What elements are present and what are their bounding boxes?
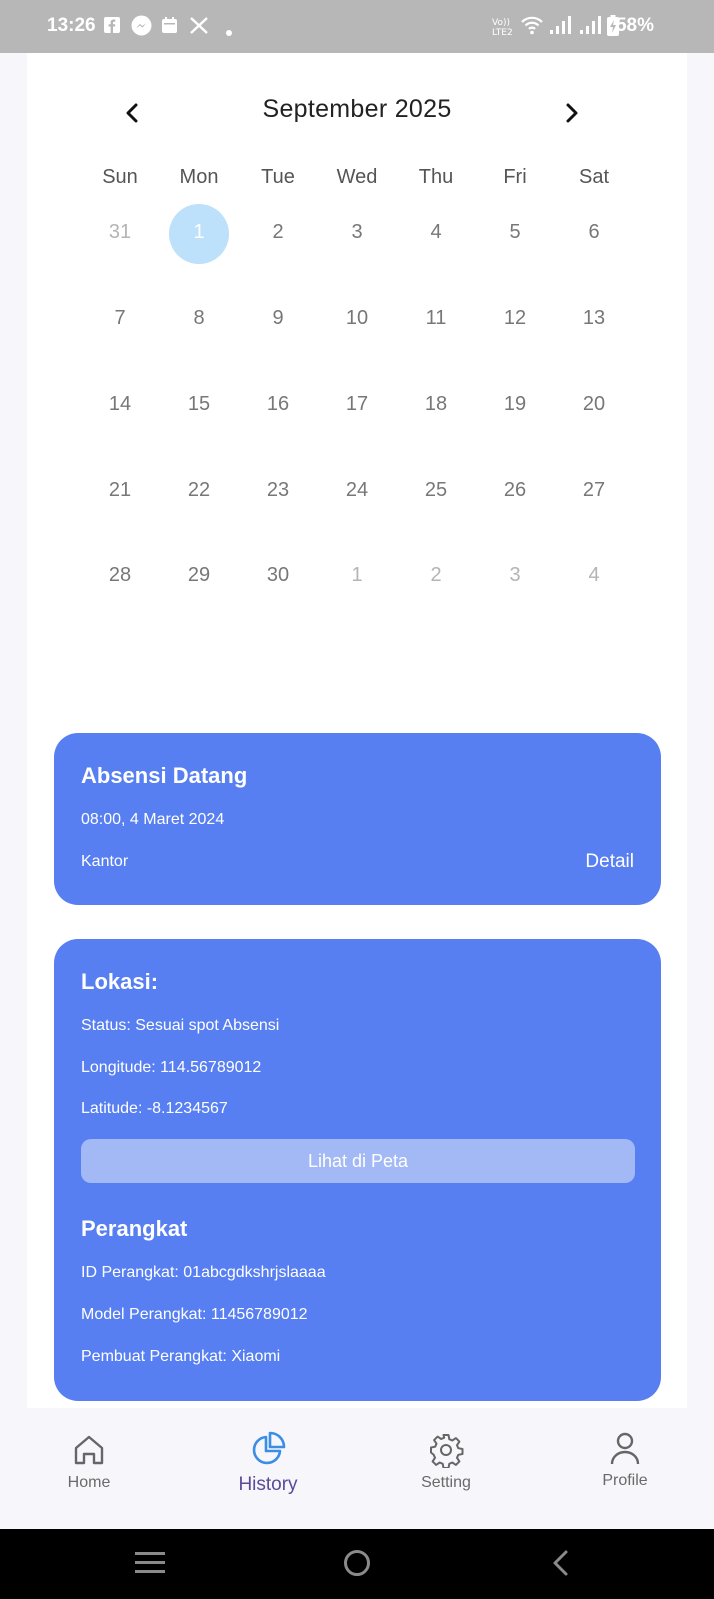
- weekday-label: Sun: [102, 166, 138, 188]
- volte-icon: Vo)) LTE2: [492, 16, 516, 41]
- calendar-day[interactable]: 17: [322, 393, 392, 416]
- attendance-card: Absensi Datang 08:00, 4 Maret 2024 Kanto…: [54, 733, 661, 905]
- nav-home-label: Home: [67, 1474, 111, 1491]
- calendar-day[interactable]: 9: [243, 307, 313, 330]
- device-model: Model Perangkat: 11456789012: [81, 1306, 308, 1323]
- back-icon[interactable]: [549, 1549, 573, 1579]
- detail-link[interactable]: Detail: [585, 851, 634, 873]
- nav-setting-label: Setting: [421, 1474, 471, 1491]
- calendar-day[interactable]: 2: [401, 564, 471, 587]
- calendar-day[interactable]: 2: [243, 221, 313, 244]
- calendar-day[interactable]: 20: [559, 393, 629, 416]
- calendar-day[interactable]: 3: [480, 564, 550, 587]
- svg-text:Vo)): Vo)): [492, 18, 510, 28]
- location-longitude: Longitude: 114.56789012: [81, 1059, 262, 1076]
- messenger-icon: [131, 15, 152, 41]
- calendar-day[interactable]: 25: [401, 479, 471, 502]
- gear-icon: [430, 1434, 464, 1468]
- dot-icon: [226, 23, 232, 41]
- nav-profile[interactable]: Profile: [555, 1430, 695, 1490]
- status-bar: 13:26 Vo)) LTE2 58%: [0, 0, 714, 53]
- calendar-day[interactable]: 24: [322, 479, 392, 502]
- calendar-day[interactable]: 28: [85, 564, 155, 587]
- main-panel: September 2025 Sun Mon Tue Wed Thu Fri S…: [27, 53, 687, 1408]
- attendance-datetime: 08:00, 4 Maret 2024: [81, 811, 225, 828]
- status-time: 13:26: [47, 15, 96, 36]
- device-id: ID Perangkat: 01abcgdkshrjslaaaa: [81, 1264, 326, 1281]
- calendar-day[interactable]: 13: [559, 307, 629, 330]
- calendar-day[interactable]: 29: [164, 564, 234, 587]
- nav-history-label: History: [238, 1474, 298, 1495]
- attendance-title: Absensi Datang: [81, 763, 248, 788]
- nav-home[interactable]: Home: [19, 1432, 159, 1492]
- view-map-button[interactable]: Lihat di Peta: [81, 1139, 635, 1183]
- weekday-label: Wed: [336, 166, 378, 188]
- calendar-day[interactable]: 22: [164, 479, 234, 502]
- home-icon: [74, 1435, 104, 1465]
- nav-profile-label: Profile: [602, 1472, 648, 1489]
- weekday-label: Tue: [261, 166, 295, 188]
- next-month-button[interactable]: [556, 98, 586, 128]
- nav-history[interactable]: History: [198, 1430, 338, 1496]
- attendance-place: Kantor: [81, 853, 129, 870]
- calendar-day[interactable]: 18: [401, 393, 471, 416]
- weekday-label: Mon: [179, 166, 219, 188]
- calendar-day[interactable]: 23: [243, 479, 313, 502]
- signal-icon: [580, 16, 602, 39]
- calendar-day[interactable]: 4: [559, 564, 629, 587]
- battery-percent: 58%: [615, 15, 654, 36]
- calendar-day[interactable]: 15: [164, 393, 234, 416]
- system-navigation-bar: [0, 1529, 714, 1599]
- bottom-navigation: Home History Setting Profile: [0, 1408, 714, 1529]
- calendar-day[interactable]: 19: [480, 393, 550, 416]
- x-icon: [190, 17, 208, 39]
- calendar-day[interactable]: 6: [559, 221, 629, 244]
- calendar-day[interactable]: 5: [480, 221, 550, 244]
- device-maker: Pembuat Perangkat: Xiaomi: [81, 1348, 281, 1365]
- location-title: Lokasi:: [81, 969, 159, 994]
- location-card: Lokasi: Status: Sesuai spot Absensi Long…: [54, 939, 661, 1401]
- calendar-day-selected[interactable]: 1: [164, 221, 234, 244]
- calendar-day[interactable]: 3: [322, 221, 392, 244]
- nav-setting[interactable]: Setting: [376, 1432, 516, 1492]
- calendar-day[interactable]: 8: [164, 307, 234, 330]
- calendar-day[interactable]: 12: [480, 307, 550, 330]
- calendar-day[interactable]: 21: [85, 479, 155, 502]
- location-latitude: Latitude: -8.1234567: [81, 1100, 228, 1117]
- calendar-day[interactable]: 16: [243, 393, 313, 416]
- weekday-label: Fri: [503, 166, 527, 188]
- weekday-label: Sat: [578, 166, 610, 188]
- weekday-label: Thu: [418, 166, 454, 188]
- user-icon: [610, 1432, 640, 1465]
- svg-text:LTE2: LTE2: [492, 28, 513, 36]
- calendar-day[interactable]: 7: [85, 307, 155, 330]
- device-title: Perangkat: [81, 1216, 188, 1241]
- calendar-day[interactable]: 11: [401, 307, 471, 330]
- calendar-day[interactable]: 31: [85, 221, 155, 244]
- calendar-day[interactable]: 14: [85, 393, 155, 416]
- pie-chart-icon: [252, 1431, 286, 1465]
- wifi-icon: [521, 15, 543, 40]
- calendar-day[interactable]: 30: [243, 564, 313, 587]
- location-status: Status: Sesuai spot Absensi: [81, 1017, 280, 1034]
- recent-apps-icon[interactable]: [135, 1549, 165, 1577]
- chevron-right-icon: [566, 103, 578, 123]
- calendar-day[interactable]: 1: [322, 564, 392, 587]
- calendar-day[interactable]: 27: [559, 479, 629, 502]
- home-circle-icon[interactable]: [342, 1549, 372, 1579]
- facebook-icon: [104, 17, 120, 38]
- calendar-day[interactable]: 10: [322, 307, 392, 330]
- calendar-day[interactable]: 26: [480, 479, 550, 502]
- month-title: September 2025: [262, 95, 452, 123]
- calendar-day[interactable]: 4: [401, 221, 471, 244]
- signal-icon: [550, 16, 572, 39]
- calendar-icon: [162, 17, 177, 38]
